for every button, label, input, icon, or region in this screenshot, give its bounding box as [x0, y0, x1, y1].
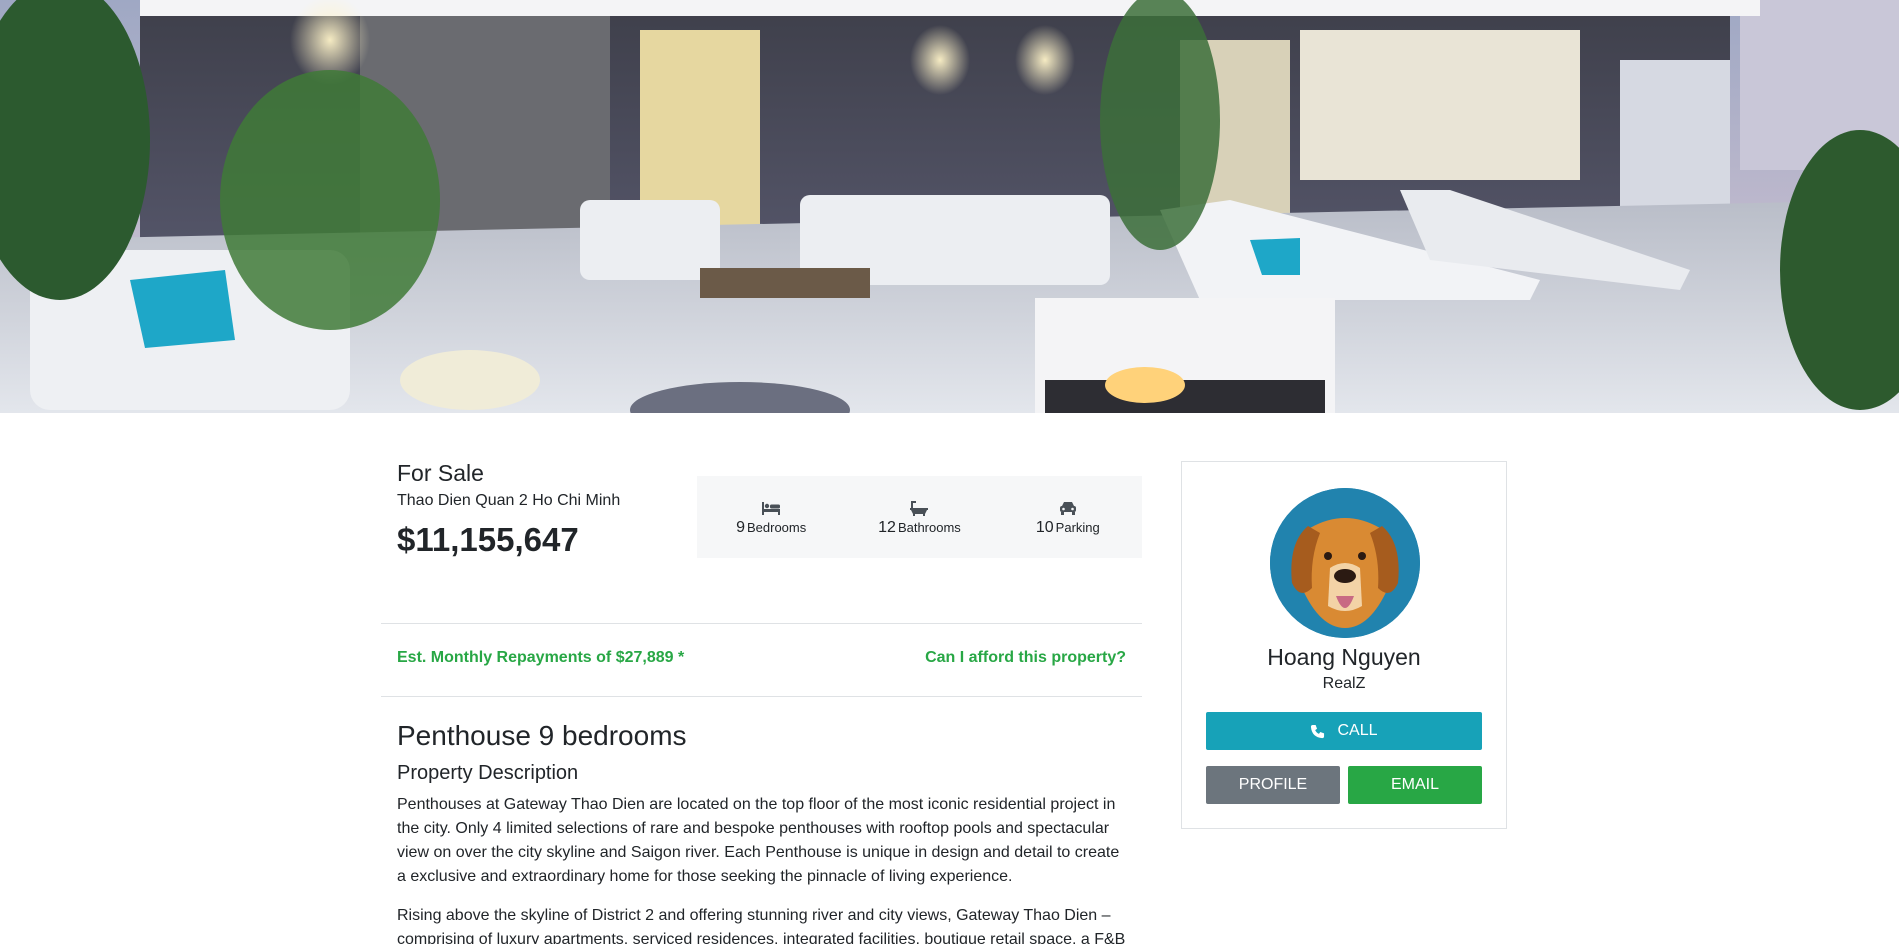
agent-avatar: [1270, 488, 1420, 638]
bathrooms-count: 12: [878, 519, 896, 536]
divider: [381, 696, 1142, 697]
description-paragraph: Penthouses at Gateway Thao Dien are loca…: [397, 796, 1120, 885]
bed-icon: [701, 497, 841, 519]
description-paragraph: Rising above the skyline of District 2 a…: [397, 907, 1126, 944]
listing-address: Thao Dien Quan 2 Ho Chi Minh: [397, 492, 621, 509]
bathrooms-label: Bathrooms: [897, 520, 961, 535]
bath-icon: [849, 497, 989, 519]
car-icon: [998, 497, 1138, 519]
feature-bedrooms: 9 Bedrooms: [701, 497, 841, 537]
property-title: Penthouse 9 bedrooms: [397, 720, 687, 751]
listing-status: For Sale: [397, 460, 484, 486]
phone-icon: [1311, 724, 1325, 738]
parking-count: 10: [1035, 519, 1054, 536]
email-button[interactable]: EMAIL: [1348, 766, 1482, 804]
feature-bathrooms: 12 Bathrooms: [849, 497, 989, 537]
bedrooms-label: Bedrooms: [746, 520, 807, 535]
afford-link[interactable]: Can I afford this property?: [925, 649, 1126, 667]
divider: [381, 623, 1142, 624]
dog-icon: [1270, 488, 1420, 638]
agent-card: Hoang Nguyen RealZ CALL PROFILE EMAIL: [1181, 461, 1507, 829]
monthly-repayments: Est. Monthly Repayments of $27,889 *: [397, 649, 685, 666]
profile-label: PROFILE: [1238, 776, 1308, 793]
hero-image: [0, 0, 1899, 413]
description-heading: Property Description: [397, 762, 579, 784]
parking-label: Parking: [1055, 520, 1100, 535]
call-button[interactable]: CALL: [1206, 712, 1482, 750]
agent-name: Hoang Nguyen: [1267, 644, 1421, 670]
feature-parking: 10 Parking: [998, 497, 1138, 537]
email-label: EMAIL: [1390, 776, 1439, 793]
listing-price: $11,155,647: [397, 521, 579, 558]
call-label: CALL: [1337, 722, 1378, 739]
agent-agency: RealZ: [1322, 675, 1366, 692]
feature-panel: 9 Bedrooms 12 Bathrooms 10 Parking: [697, 476, 1142, 558]
bedrooms-count: 9: [736, 519, 745, 536]
profile-button[interactable]: PROFILE: [1206, 766, 1340, 804]
